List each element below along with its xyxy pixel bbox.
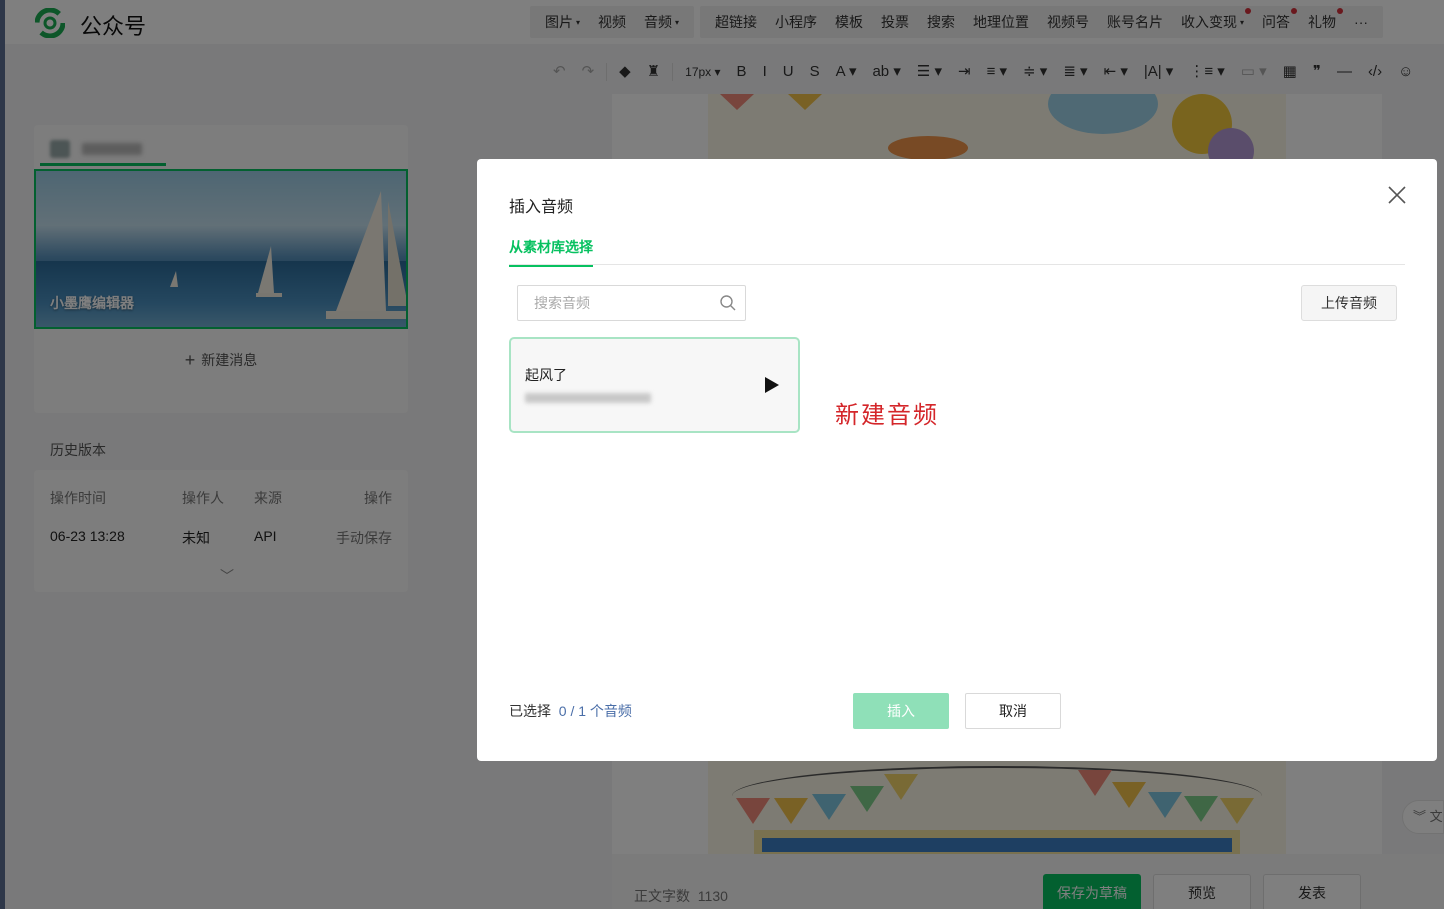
audio-meta-blurred bbox=[525, 393, 651, 403]
cancel-button[interactable]: 取消 bbox=[965, 693, 1061, 729]
audio-title: 起风了 bbox=[525, 367, 567, 383]
selected-count: 0 / 1 个音频 bbox=[558, 703, 632, 719]
tab-from-library[interactable]: 从素材库选择 bbox=[509, 237, 593, 267]
tab-divider bbox=[509, 264, 1405, 265]
selection-info: 已选择 0 / 1 个音频 bbox=[509, 701, 632, 721]
dialog-title: 插入音频 bbox=[509, 199, 574, 216]
search-box bbox=[517, 285, 746, 321]
selected-prefix: 已选择 bbox=[509, 703, 551, 719]
upload-audio-button[interactable]: 上传音频 bbox=[1301, 285, 1397, 321]
insert-audio-dialog: 插入音频 从素材库选择 上传音频 起风了 新建音频 已选择 0 / 1 个音频 … bbox=[477, 159, 1437, 761]
insert-button[interactable]: 插入 bbox=[853, 693, 949, 729]
annotation-new-audio: 新建音频 bbox=[835, 401, 939, 429]
audio-item[interactable]: 起风了 bbox=[509, 337, 800, 433]
search-icon[interactable] bbox=[719, 294, 737, 312]
close-icon[interactable] bbox=[1383, 181, 1411, 209]
search-input[interactable] bbox=[518, 286, 718, 320]
play-icon[interactable] bbox=[765, 377, 779, 393]
